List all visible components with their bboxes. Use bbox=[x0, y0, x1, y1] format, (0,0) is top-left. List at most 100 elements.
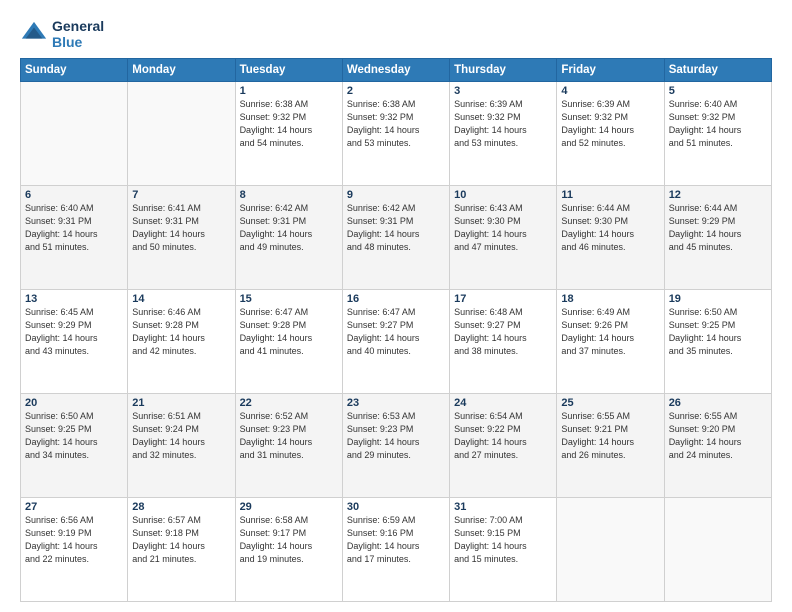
header-row: SundayMondayTuesdayWednesdayThursdayFrid… bbox=[21, 59, 772, 82]
day-cell: 12Sunrise: 6:44 AMSunset: 9:29 PMDayligh… bbox=[664, 186, 771, 290]
day-cell: 31Sunrise: 7:00 AMSunset: 9:15 PMDayligh… bbox=[450, 498, 557, 602]
day-info: Sunrise: 6:53 AMSunset: 9:23 PMDaylight:… bbox=[347, 410, 445, 462]
week-row-1: 1Sunrise: 6:38 AMSunset: 9:32 PMDaylight… bbox=[21, 82, 772, 186]
day-info: Sunrise: 6:44 AMSunset: 9:29 PMDaylight:… bbox=[669, 202, 767, 254]
day-cell bbox=[664, 498, 771, 602]
day-info: Sunrise: 7:00 AMSunset: 9:15 PMDaylight:… bbox=[454, 514, 552, 566]
day-info: Sunrise: 6:52 AMSunset: 9:23 PMDaylight:… bbox=[240, 410, 338, 462]
day-cell: 18Sunrise: 6:49 AMSunset: 9:26 PMDayligh… bbox=[557, 290, 664, 394]
day-header-saturday: Saturday bbox=[664, 59, 771, 82]
day-cell: 15Sunrise: 6:47 AMSunset: 9:28 PMDayligh… bbox=[235, 290, 342, 394]
day-info: Sunrise: 6:38 AMSunset: 9:32 PMDaylight:… bbox=[240, 98, 338, 150]
day-number: 1 bbox=[240, 85, 338, 97]
day-info: Sunrise: 6:59 AMSunset: 9:16 PMDaylight:… bbox=[347, 514, 445, 566]
day-cell: 5Sunrise: 6:40 AMSunset: 9:32 PMDaylight… bbox=[664, 82, 771, 186]
day-cell: 29Sunrise: 6:58 AMSunset: 9:17 PMDayligh… bbox=[235, 498, 342, 602]
day-info: Sunrise: 6:39 AMSunset: 9:32 PMDaylight:… bbox=[454, 98, 552, 150]
day-info: Sunrise: 6:56 AMSunset: 9:19 PMDaylight:… bbox=[25, 514, 123, 566]
day-info: Sunrise: 6:49 AMSunset: 9:26 PMDaylight:… bbox=[561, 306, 659, 358]
day-cell: 10Sunrise: 6:43 AMSunset: 9:30 PMDayligh… bbox=[450, 186, 557, 290]
day-number: 12 bbox=[669, 189, 767, 201]
day-number: 13 bbox=[25, 293, 123, 305]
day-number: 21 bbox=[132, 397, 230, 409]
day-number: 19 bbox=[669, 293, 767, 305]
day-info: Sunrise: 6:48 AMSunset: 9:27 PMDaylight:… bbox=[454, 306, 552, 358]
day-header-sunday: Sunday bbox=[21, 59, 128, 82]
day-info: Sunrise: 6:51 AMSunset: 9:24 PMDaylight:… bbox=[132, 410, 230, 462]
day-number: 4 bbox=[561, 85, 659, 97]
day-info: Sunrise: 6:44 AMSunset: 9:30 PMDaylight:… bbox=[561, 202, 659, 254]
day-cell: 1Sunrise: 6:38 AMSunset: 9:32 PMDaylight… bbox=[235, 82, 342, 186]
day-cell: 13Sunrise: 6:45 AMSunset: 9:29 PMDayligh… bbox=[21, 290, 128, 394]
day-info: Sunrise: 6:38 AMSunset: 9:32 PMDaylight:… bbox=[347, 98, 445, 150]
day-info: Sunrise: 6:43 AMSunset: 9:30 PMDaylight:… bbox=[454, 202, 552, 254]
day-info: Sunrise: 6:58 AMSunset: 9:17 PMDaylight:… bbox=[240, 514, 338, 566]
day-number: 23 bbox=[347, 397, 445, 409]
header: General Blue bbox=[20, 18, 772, 50]
day-number: 14 bbox=[132, 293, 230, 305]
day-info: Sunrise: 6:55 AMSunset: 9:20 PMDaylight:… bbox=[669, 410, 767, 462]
day-header-tuesday: Tuesday bbox=[235, 59, 342, 82]
day-cell: 22Sunrise: 6:52 AMSunset: 9:23 PMDayligh… bbox=[235, 394, 342, 498]
day-number: 6 bbox=[25, 189, 123, 201]
day-number: 3 bbox=[454, 85, 552, 97]
day-info: Sunrise: 6:47 AMSunset: 9:27 PMDaylight:… bbox=[347, 306, 445, 358]
week-row-3: 13Sunrise: 6:45 AMSunset: 9:29 PMDayligh… bbox=[21, 290, 772, 394]
day-number: 7 bbox=[132, 189, 230, 201]
logo-text: General Blue bbox=[52, 18, 104, 50]
day-cell bbox=[557, 498, 664, 602]
day-number: 24 bbox=[454, 397, 552, 409]
day-info: Sunrise: 6:50 AMSunset: 9:25 PMDaylight:… bbox=[669, 306, 767, 358]
day-number: 27 bbox=[25, 501, 123, 513]
day-cell: 20Sunrise: 6:50 AMSunset: 9:25 PMDayligh… bbox=[21, 394, 128, 498]
day-cell: 24Sunrise: 6:54 AMSunset: 9:22 PMDayligh… bbox=[450, 394, 557, 498]
day-info: Sunrise: 6:39 AMSunset: 9:32 PMDaylight:… bbox=[561, 98, 659, 150]
day-cell: 19Sunrise: 6:50 AMSunset: 9:25 PMDayligh… bbox=[664, 290, 771, 394]
day-cell: 30Sunrise: 6:59 AMSunset: 9:16 PMDayligh… bbox=[342, 498, 449, 602]
day-info: Sunrise: 6:42 AMSunset: 9:31 PMDaylight:… bbox=[240, 202, 338, 254]
day-info: Sunrise: 6:41 AMSunset: 9:31 PMDaylight:… bbox=[132, 202, 230, 254]
day-number: 10 bbox=[454, 189, 552, 201]
logo-icon bbox=[20, 20, 48, 48]
day-number: 17 bbox=[454, 293, 552, 305]
calendar-page: General Blue SundayMondayTuesdayWednesda… bbox=[0, 0, 792, 612]
day-header-monday: Monday bbox=[128, 59, 235, 82]
day-number: 18 bbox=[561, 293, 659, 305]
day-cell: 4Sunrise: 6:39 AMSunset: 9:32 PMDaylight… bbox=[557, 82, 664, 186]
day-number: 15 bbox=[240, 293, 338, 305]
day-cell: 28Sunrise: 6:57 AMSunset: 9:18 PMDayligh… bbox=[128, 498, 235, 602]
day-number: 2 bbox=[347, 85, 445, 97]
day-info: Sunrise: 6:47 AMSunset: 9:28 PMDaylight:… bbox=[240, 306, 338, 358]
logo: General Blue bbox=[20, 18, 104, 50]
day-number: 26 bbox=[669, 397, 767, 409]
day-cell: 27Sunrise: 6:56 AMSunset: 9:19 PMDayligh… bbox=[21, 498, 128, 602]
day-cell: 11Sunrise: 6:44 AMSunset: 9:30 PMDayligh… bbox=[557, 186, 664, 290]
day-header-friday: Friday bbox=[557, 59, 664, 82]
day-info: Sunrise: 6:46 AMSunset: 9:28 PMDaylight:… bbox=[132, 306, 230, 358]
day-cell: 7Sunrise: 6:41 AMSunset: 9:31 PMDaylight… bbox=[128, 186, 235, 290]
day-cell: 23Sunrise: 6:53 AMSunset: 9:23 PMDayligh… bbox=[342, 394, 449, 498]
day-cell bbox=[128, 82, 235, 186]
day-number: 11 bbox=[561, 189, 659, 201]
day-cell: 21Sunrise: 6:51 AMSunset: 9:24 PMDayligh… bbox=[128, 394, 235, 498]
week-row-4: 20Sunrise: 6:50 AMSunset: 9:25 PMDayligh… bbox=[21, 394, 772, 498]
day-number: 8 bbox=[240, 189, 338, 201]
day-number: 28 bbox=[132, 501, 230, 513]
day-cell: 3Sunrise: 6:39 AMSunset: 9:32 PMDaylight… bbox=[450, 82, 557, 186]
day-cell: 26Sunrise: 6:55 AMSunset: 9:20 PMDayligh… bbox=[664, 394, 771, 498]
day-info: Sunrise: 6:40 AMSunset: 9:31 PMDaylight:… bbox=[25, 202, 123, 254]
day-info: Sunrise: 6:57 AMSunset: 9:18 PMDaylight:… bbox=[132, 514, 230, 566]
day-number: 5 bbox=[669, 85, 767, 97]
day-info: Sunrise: 6:54 AMSunset: 9:22 PMDaylight:… bbox=[454, 410, 552, 462]
day-cell: 16Sunrise: 6:47 AMSunset: 9:27 PMDayligh… bbox=[342, 290, 449, 394]
day-number: 30 bbox=[347, 501, 445, 513]
day-number: 29 bbox=[240, 501, 338, 513]
day-number: 22 bbox=[240, 397, 338, 409]
week-row-5: 27Sunrise: 6:56 AMSunset: 9:19 PMDayligh… bbox=[21, 498, 772, 602]
day-cell bbox=[21, 82, 128, 186]
day-cell: 14Sunrise: 6:46 AMSunset: 9:28 PMDayligh… bbox=[128, 290, 235, 394]
day-cell: 2Sunrise: 6:38 AMSunset: 9:32 PMDaylight… bbox=[342, 82, 449, 186]
week-row-2: 6Sunrise: 6:40 AMSunset: 9:31 PMDaylight… bbox=[21, 186, 772, 290]
day-number: 31 bbox=[454, 501, 552, 513]
day-cell: 6Sunrise: 6:40 AMSunset: 9:31 PMDaylight… bbox=[21, 186, 128, 290]
